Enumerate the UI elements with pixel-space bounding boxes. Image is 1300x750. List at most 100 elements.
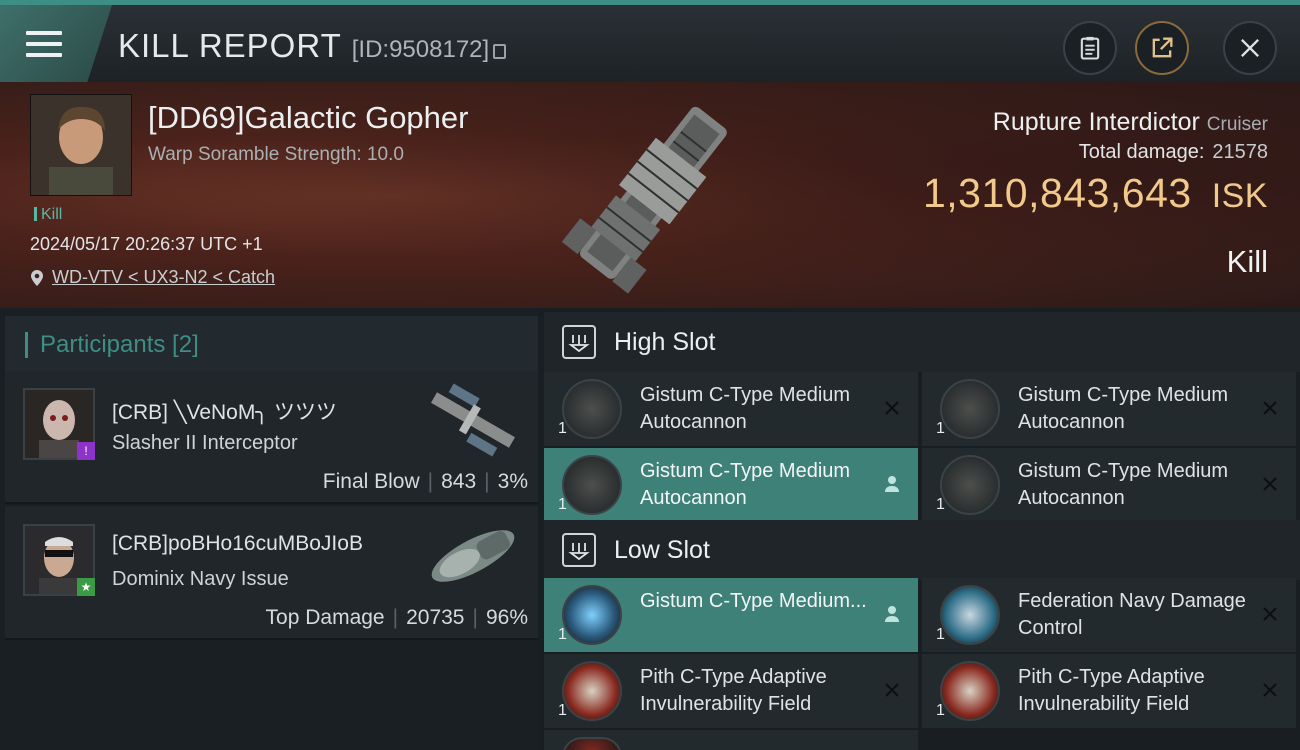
kill-banner: [DD69]Galactic Gopher Warp Soramble Stre… [0,82,1300,308]
share-icon [1152,37,1173,58]
destroyed-icon [1258,472,1282,496]
participant-row[interactable]: ! [CRB] ╲VeNoM╮ ツツツ Slasher II Intercept… [5,370,538,504]
pilot-portrait-icon [31,95,131,195]
star-icon: ★ [77,578,95,596]
module-name: Gistum C-Type Medium... [640,590,867,612]
participants-heading[interactable]: Participants [2] [5,316,538,374]
high-slot-header: High Slot [544,312,1300,372]
high-slot-icon [562,325,596,359]
participant-role: Final Blow [322,470,420,493]
destroyed-icon [1258,602,1282,626]
module-item[interactable]: 1 Federation Navy Damage Control [922,578,1296,652]
module-item[interactable]: 1 Gistum C-Type Medium Autocannon [544,372,918,446]
isk-unit: ISK [1211,177,1268,215]
module-name: Pith C-Type Adaptive Invulnerability Fie… [640,666,827,715]
shield-hardener-icon [940,661,1000,721]
module-item[interactable]: 1 Pith C-Type Adaptive Invulnerability F… [544,654,918,728]
module-quantity: 1 [936,626,945,643]
participant-percent: 96% [485,606,528,629]
page-title-text: KILL REPORT [118,27,342,64]
module-name: Federation Navy Damage Control [1018,590,1246,639]
module-quantity: 1 [936,420,945,437]
gyrostabilizer-icon [562,585,622,645]
total-damage-value: 21578 [1212,141,1268,163]
fitting-panel: High Slot 1 Gistum C-Type Medium Autocan… [538,308,1300,750]
module-quantity: 1 [936,702,945,719]
kill-location[interactable]: WD-VTV < UX3-N2 < Catch [30,267,275,288]
location-link[interactable]: WD-VTV < UX3-N2 < Catch [52,267,275,288]
participant-stats: Top Damage | 20735 | 96% [265,606,528,629]
participant-ship-image[interactable] [418,380,528,460]
victim-ship-image[interactable] [540,86,760,302]
participant-percent: 3% [497,470,528,493]
avatar[interactable]: ! [23,388,95,460]
destroyed-icon [1258,396,1282,420]
low-slot-label: Low Slot [614,535,710,564]
close-button[interactable] [1223,21,1277,75]
top-bar: KILL REPORT [ID:9508172] [0,0,1300,82]
autocannon-icon [562,379,622,439]
module-name: Gistum C-Type Medium Autocannon [640,384,851,433]
participant-ship-image[interactable] [418,516,528,596]
module-quantity: 1 [936,496,945,513]
hamburger-menu-icon [26,30,62,57]
total-damage-label: Total damage: [1078,141,1205,163]
module-quantity: 1 [558,496,567,513]
page-title: KILL REPORT [ID:9508172] [118,27,507,65]
copy-id-icon[interactable] [493,44,507,59]
shield-hardener-icon [562,737,622,750]
module-item[interactable]: 1 Gistum C-Type Medium Autocannon [922,448,1296,522]
participants-panel: Participants [2] ! [CRB] ╲VeNoM╮ ツツツ Sla… [0,308,538,750]
autocannon-icon [562,455,622,515]
dropped-person-icon [880,472,904,496]
destroyed-icon [880,396,904,420]
damage-control-icon [940,585,1000,645]
clipboard-button[interactable] [1063,21,1117,75]
module-item[interactable]: 1 Gistum C-Type Medium... [544,578,918,652]
module-name: Gistum C-Type Medium Autocannon [1018,384,1229,433]
destroyed-icon [1258,678,1282,702]
module-item[interactable]: 1 Gistum C-Type Medium Autocannon [922,372,1296,446]
autocannon-icon [940,455,1000,515]
victim-name[interactable]: [DD69]Galactic Gopher [148,100,468,136]
kill-tag: Kill [34,206,62,224]
module-name: Gistum C-Type Medium Autocannon [640,460,851,509]
location-pin-icon [31,269,43,286]
dropped-person-icon [880,602,904,626]
participant-ship: Slasher II Interceptor [112,432,298,454]
low-slot-header: Low Slot [544,520,1300,580]
isk-value: 1,310,843,643 ISK [923,170,1268,217]
participants-heading-text: Participants [2] [40,331,199,358]
report-id: [ID:9508172] [351,36,490,63]
avatar[interactable]: ★ [23,524,95,596]
share-button[interactable] [1135,21,1189,75]
participant-damage: 20735 [406,606,465,629]
participant-row[interactable]: ★ [CRB]poBHo16cuMBoJIoB Dominix Navy Iss… [5,506,538,640]
bolt-icon: ! [77,442,95,460]
warp-scramble-strength: Warp Soramble Strength: 10.0 [148,144,404,165]
participant-name[interactable]: [CRB]poBHo16cuMBoJIoB [112,532,363,556]
close-icon [1241,39,1259,57]
participant-ship: Dominix Navy Issue [112,568,289,590]
shield-hardener-icon [562,661,622,721]
participant-name[interactable]: [CRB] ╲VeNoM╮ ツツツ [112,396,337,426]
victim-ship-type: Cruiser [1206,114,1268,135]
victim-ship-name: Rupture Interdictor [992,108,1200,136]
participant-stats: Final Blow | 843 | 3% [322,470,528,493]
victim-portrait[interactable] [30,94,132,196]
module-item-partial[interactable] [544,730,918,750]
participant-damage: 843 [441,470,477,493]
kill-datetime: 2024/05/17 20:26:37 UTC +1 [30,234,263,254]
destroyed-icon [880,678,904,702]
total-damage: Total damage: 21578 [1079,141,1268,164]
participant-role: Top Damage [265,606,385,629]
menu-button[interactable] [0,5,112,82]
autocannon-icon [940,379,1000,439]
module-quantity: 1 [558,420,567,437]
module-item[interactable]: 1 Gistum C-Type Medium Autocannon [544,448,918,522]
high-slot-label: High Slot [614,327,716,356]
victim-ship-class: Rupture Interdictor Cruiser [993,108,1268,137]
module-item[interactable]: 1 Pith C-Type Adaptive Invulnerability F… [922,654,1296,728]
clipboard-icon [1080,36,1100,60]
isk-amount: 1,310,843,643 [922,170,1192,216]
